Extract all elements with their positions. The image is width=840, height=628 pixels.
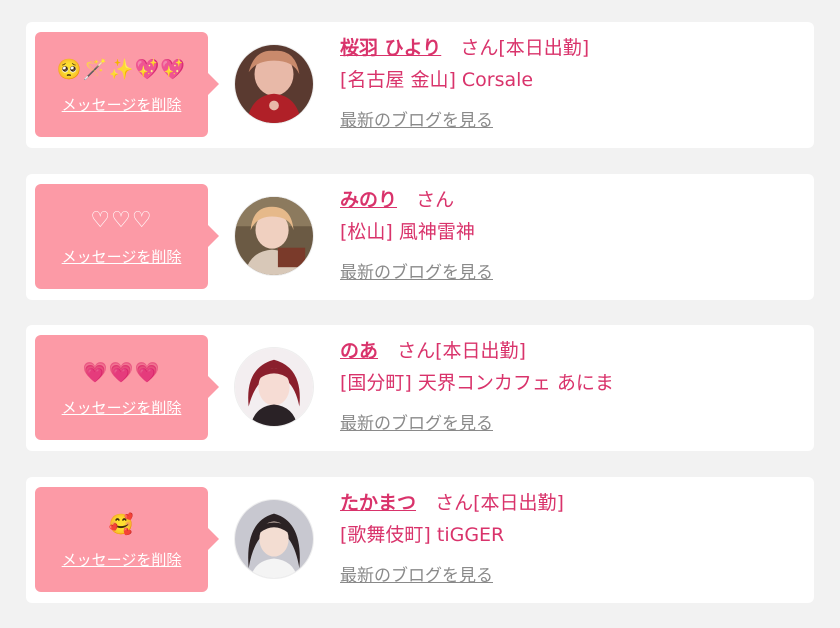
delete-message-link[interactable]: メッセージを削除 (35, 247, 208, 267)
latest-blog-link[interactable]: 最新のブログを見る (340, 110, 493, 132)
message-list: 🥺🪄✨💖💖 メッセージを削除 桜羽 ひより さん[本日出勤] [名古屋 金山] … (0, 0, 840, 628)
shop-label: [松山] 風神雷神 (340, 221, 475, 243)
avatar[interactable] (234, 44, 314, 124)
message-bubble: 🥺🪄✨💖💖 メッセージを削除 (35, 32, 219, 137)
delete-message-link[interactable]: メッセージを削除 (35, 398, 208, 418)
avatar[interactable] (234, 196, 314, 276)
cast-name-link[interactable]: のあ (340, 340, 378, 362)
latest-blog-link[interactable]: 最新のブログを見る (340, 262, 493, 284)
message-text: 🥺🪄✨💖💖 (56, 57, 187, 81)
latest-blog-link[interactable]: 最新のブログを見る (340, 413, 493, 435)
message-card: 🥺🪄✨💖💖 メッセージを削除 桜羽 ひより さん[本日出勤] [名古屋 金山] … (26, 22, 814, 148)
delete-message-link[interactable]: メッセージを削除 (35, 95, 208, 115)
delete-message-link[interactable]: メッセージを削除 (35, 550, 208, 570)
avatar[interactable] (234, 347, 314, 427)
cast-suffix: さん[本日出勤] (460, 37, 590, 59)
shop-label: [歌舞伎町] tiGGER (340, 524, 505, 546)
cast-suffix: さん[本日出勤] (397, 340, 526, 362)
message-text: 🥰 (108, 512, 135, 536)
message-card: 💗💗💗 メッセージを削除 のあ さん[本日出勤] [国分町] 天界コンカフェ あ… (26, 325, 814, 451)
message-text: 💗💗💗 (82, 360, 161, 384)
message-card: 🥰 メッセージを削除 たかまつ さん[本日出勤] [歌舞伎町] tiGGER 最… (26, 477, 814, 603)
message-bubble: 💗💗💗 メッセージを削除 (35, 335, 219, 440)
cast-info: みのり さん [松山] 風神雷神 最新のブログを見る (340, 186, 800, 284)
message-text: ♡♡♡ (90, 208, 153, 233)
cast-info: 桜羽 ひより さん[本日出勤] [名古屋 金山] Corsale 最新のブログを… (340, 34, 800, 132)
cast-name-link[interactable]: 桜羽 ひより (340, 37, 441, 59)
message-bubble: ♡♡♡ メッセージを削除 (35, 184, 219, 289)
message-card: ♡♡♡ メッセージを削除 みのり さん [松山] 風神雷神 最新のブログを見る (26, 174, 814, 300)
latest-blog-link[interactable]: 最新のブログを見る (340, 565, 493, 587)
cast-info: のあ さん[本日出勤] [国分町] 天界コンカフェ あにま 最新のブログを見る (340, 337, 800, 435)
cast-info: たかまつ さん[本日出勤] [歌舞伎町] tiGGER 最新のブログを見る (340, 489, 800, 587)
shop-label: [国分町] 天界コンカフェ あにま (340, 372, 614, 394)
shop-label: [名古屋 金山] Corsale (340, 69, 534, 91)
cast-suffix: さん (416, 189, 455, 211)
cast-name-link[interactable]: みのり (340, 189, 397, 211)
cast-suffix: さん[本日出勤] (435, 492, 564, 514)
avatar[interactable] (234, 499, 314, 579)
message-bubble: 🥰 メッセージを削除 (35, 487, 219, 592)
cast-name-link[interactable]: たかまつ (340, 492, 416, 514)
